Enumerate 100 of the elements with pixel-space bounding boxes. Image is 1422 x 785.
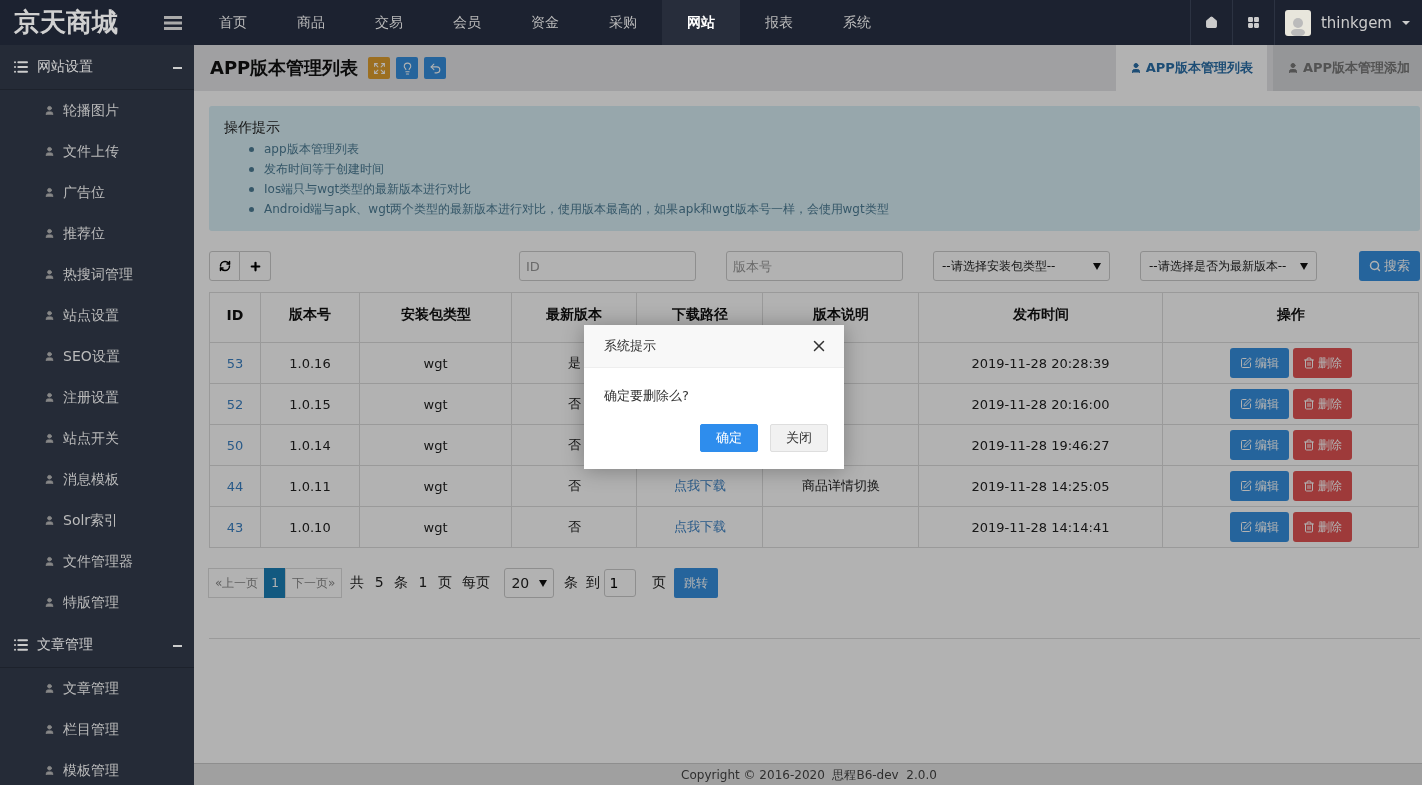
bullet-icon: [249, 146, 254, 152]
sidebar-item[interactable]: 特版管理: [0, 582, 194, 623]
user-icon: [44, 228, 55, 239]
column-header: ID: [209, 292, 261, 343]
back-button[interactable]: [424, 57, 447, 79]
sidebar-item[interactable]: 栏目管理: [0, 709, 194, 750]
column-header: 版本号: [260, 292, 360, 343]
user-name[interactable]: thinkgem: [1320, 13, 1392, 32]
latest-select[interactable]: --请选择是否为最新版本--: [1140, 251, 1317, 281]
table-cell: 2019-11-28 19:46:27: [918, 424, 1163, 466]
download-link[interactable]: 点我下载: [673, 519, 726, 534]
user-icon: [44, 146, 55, 157]
edit-icon: [1239, 398, 1252, 410]
user-icon: [1129, 62, 1142, 74]
bullet-icon: [249, 166, 254, 172]
id-field[interactable]: ID: [519, 251, 696, 281]
table-cell: wgt: [359, 465, 512, 507]
sidebar-item[interactable]: 轮播图片: [0, 90, 194, 131]
page-summary: 共 5 条 1 页 每页: [350, 574, 491, 592]
menu-icon[interactable]: [164, 14, 182, 31]
sidebar-item[interactable]: 文件管理器: [0, 541, 194, 582]
goto-label: 到: [586, 574, 601, 592]
sidebar-item[interactable]: 消息模板: [0, 459, 194, 500]
sidebar-item[interactable]: 推荐位: [0, 213, 194, 254]
list-icon: [13, 637, 29, 653]
id-link[interactable]: 43: [226, 519, 244, 535]
user-icon: [44, 187, 55, 198]
brand-logo: 京天商城: [13, 6, 119, 39]
search-icon: [1369, 260, 1381, 272]
sidebar-item[interactable]: 站点开关: [0, 418, 194, 459]
column-header: 安装包类型: [359, 292, 512, 343]
hint-item: app版本管理列表: [264, 141, 359, 157]
table-cell: 2019-11-28 20:28:39: [918, 342, 1163, 384]
sidebar-item[interactable]: 热搜词管理: [0, 254, 194, 295]
sidebar-item[interactable]: Solr索引: [0, 500, 194, 541]
table-cell: 1.0.11: [260, 465, 360, 507]
nav-tab[interactable]: 网站: [662, 0, 740, 45]
table-cell: 1.0.10: [260, 506, 360, 548]
trash-icon: [1302, 480, 1315, 492]
edit-icon: [1239, 439, 1252, 451]
back-arrow-icon: [428, 61, 442, 75]
home-icon[interactable]: [1204, 16, 1218, 29]
page-tab[interactable]: APP版本管理列表: [1115, 45, 1267, 91]
nav-tab[interactable]: 采购: [584, 0, 662, 45]
nav-tab[interactable]: 首页: [194, 0, 272, 45]
edit-icon: [1239, 521, 1252, 533]
trash-icon: [1302, 357, 1315, 369]
nav-tab[interactable]: 交易: [350, 0, 428, 45]
sidebar-item[interactable]: SEO设置: [0, 336, 194, 377]
user-icon: [44, 310, 55, 321]
user-icon: [1286, 62, 1299, 74]
hint-title: 操作提示: [224, 119, 281, 137]
table-cell: wgt: [359, 342, 512, 384]
page-label: 页: [652, 574, 667, 592]
nav-tab[interactable]: 资金: [506, 0, 584, 45]
id-link[interactable]: 52: [226, 396, 244, 412]
user-icon: [44, 392, 55, 403]
caret-icon: [1402, 20, 1410, 25]
user-icon: [44, 433, 55, 444]
table-cell: 2019-11-28 14:14:41: [918, 506, 1163, 548]
refresh-icon: [218, 260, 231, 272]
trash-icon: [1302, 521, 1315, 533]
footer-text: Copyright © 2016-2020 思程B6-dev 2.0.0: [194, 763, 1422, 785]
close-button[interactable]: 关闭: [770, 424, 828, 452]
page-number[interactable]: 1: [264, 568, 286, 598]
download-link[interactable]: 点我下载: [673, 478, 726, 493]
sidebar-item[interactable]: 注册设置: [0, 377, 194, 418]
note-text: 商品详情切换: [801, 478, 880, 493]
type-select[interactable]: --请选择安装包类型--: [933, 251, 1110, 281]
edit-icon: [1239, 480, 1252, 492]
sidebar-item[interactable]: 文章管理: [0, 668, 194, 709]
nav-tab[interactable]: 商品: [272, 0, 350, 45]
avatar[interactable]: [1284, 9, 1311, 36]
sidebar-item[interactable]: 模板管理: [0, 750, 194, 785]
nav-tab[interactable]: 报表: [740, 0, 818, 45]
user-icon: [44, 269, 55, 280]
user-icon: [44, 597, 55, 608]
refresh-button[interactable]: [209, 251, 240, 281]
hint-item: Ios端只与wgt类型的最新版本进行对比: [264, 181, 472, 197]
grid-icon[interactable]: [1246, 16, 1260, 29]
sidebar-item[interactable]: 文件上传: [0, 131, 194, 172]
user-icon: [44, 105, 55, 116]
page-size-select[interactable]: 20: [504, 568, 555, 598]
table-cell: wgt: [359, 424, 512, 466]
table-cell: 1.0.16: [260, 342, 360, 384]
sidebar-item[interactable]: 广告位: [0, 172, 194, 213]
expand-icon: [372, 61, 386, 75]
user-icon: [44, 765, 55, 776]
user-icon: [44, 683, 55, 694]
version-field[interactable]: 版本号: [726, 251, 903, 281]
goto-field[interactable]: 1: [604, 569, 637, 597]
sidebar-item[interactable]: 站点设置: [0, 295, 194, 336]
table-cell: 否: [511, 506, 637, 548]
nav-tab[interactable]: 系统: [818, 0, 896, 45]
nav-tab[interactable]: 会员: [428, 0, 506, 45]
add-button[interactable]: [240, 251, 271, 281]
column-header: 操作: [1162, 292, 1419, 343]
tip-button[interactable]: [396, 57, 419, 79]
trash-icon: [1302, 398, 1315, 410]
column-header: 发布时间: [918, 292, 1163, 343]
